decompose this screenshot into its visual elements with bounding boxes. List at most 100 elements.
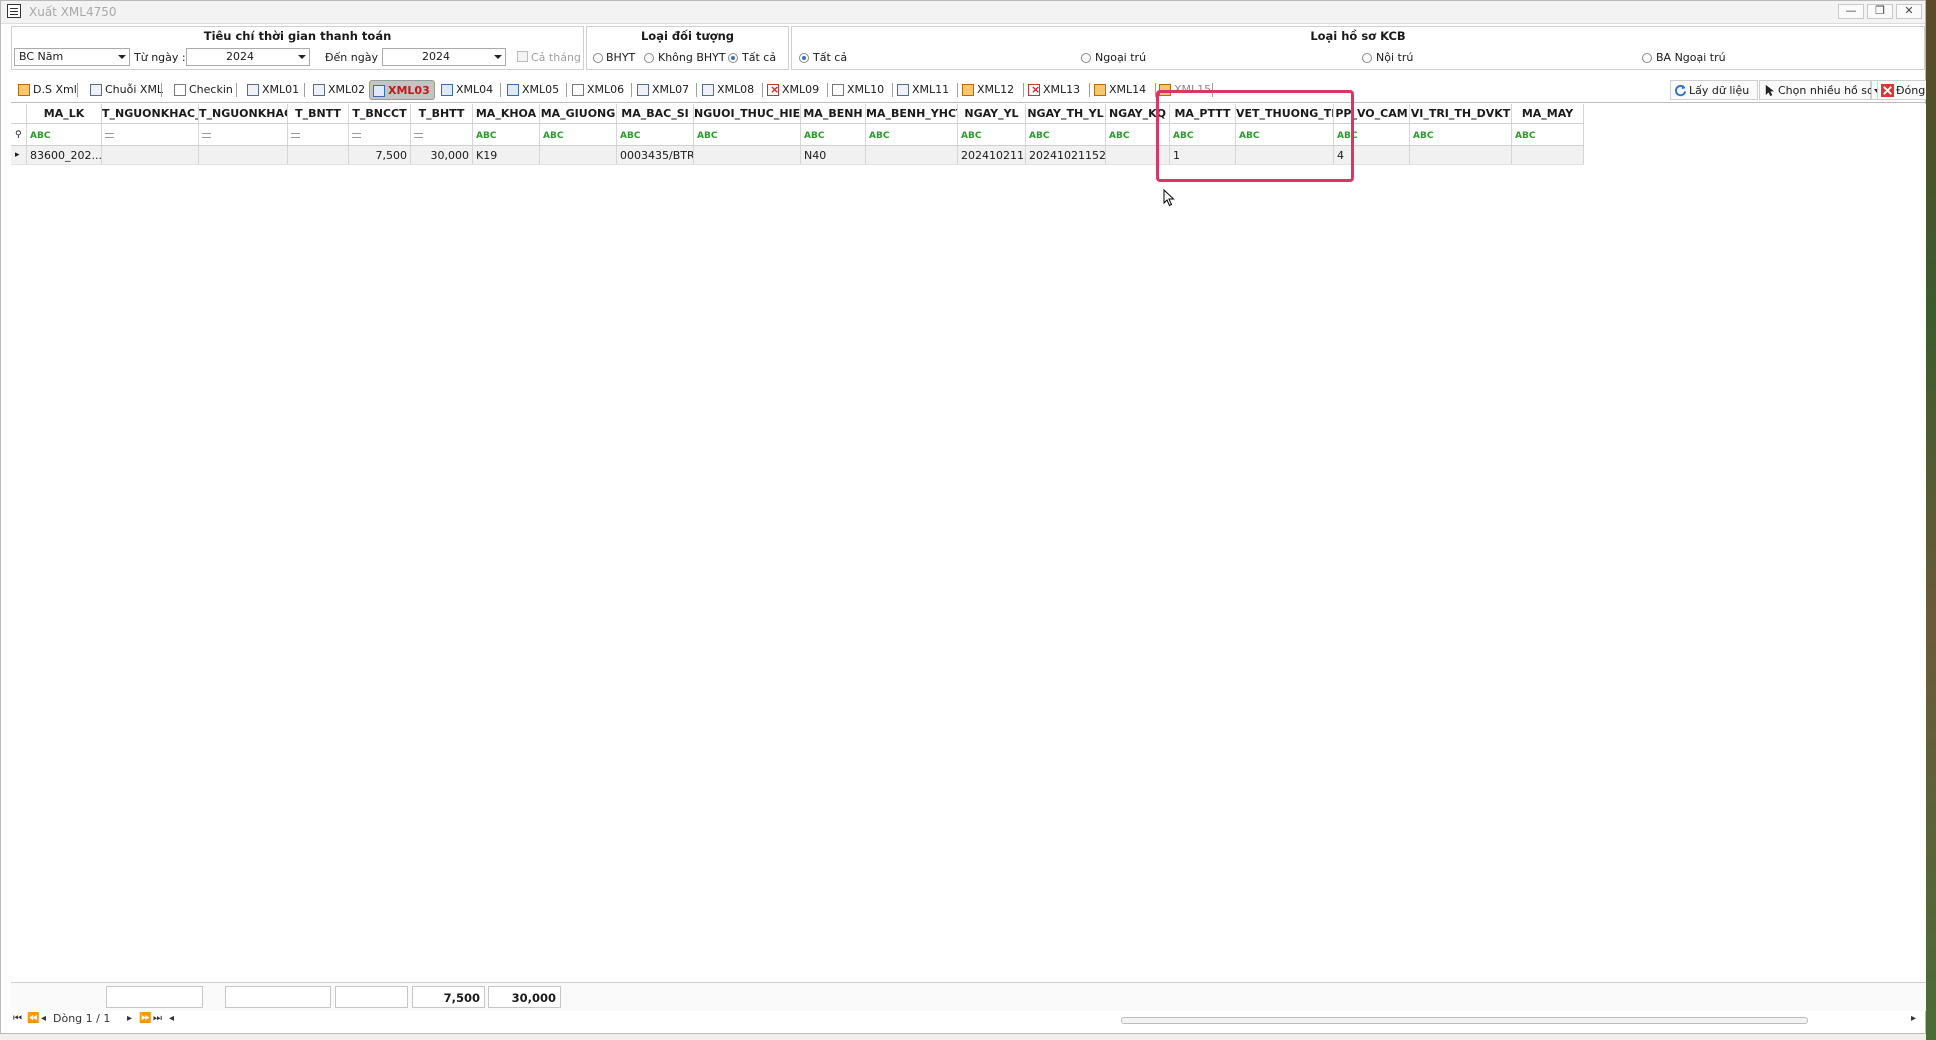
table-cell-ma-benh[interactable]: N40 — [801, 146, 866, 165]
table-cell-ma-lk[interactable]: 83600_202... — [27, 146, 102, 165]
radio-ba-ngoai-tru[interactable] — [1642, 53, 1652, 63]
column-header-ma-bac-si[interactable]: MA_BAC_SI — [617, 104, 694, 124]
table-cell-t-bntt[interactable] — [288, 146, 349, 165]
column-header-ma-giuong[interactable]: MA_GIUONG — [540, 104, 617, 124]
column-header-t-bncct[interactable]: T_BNCCT — [349, 104, 411, 124]
last-page-icon[interactable]: ⏭ — [153, 1013, 162, 1024]
column-header-ma-may[interactable]: MA_MAY — [1512, 104, 1584, 124]
column-header-nguoi-thuc-hien[interactable]: NGUOI_THUC_HIEN — [694, 104, 801, 124]
radio-record-all[interactable] — [799, 53, 809, 63]
filter-cell-ma-lk[interactable]: ABC — [27, 124, 102, 146]
restore-button[interactable]: ❐ — [1867, 4, 1893, 19]
column-header-t-bntt[interactable]: T_BNTT — [288, 104, 349, 124]
tab-checkin[interactable]: Checkin — [171, 80, 233, 100]
report-icon — [1094, 84, 1106, 96]
column-header-t-nguonkhac[interactable]: T_NGUONKHAC — [199, 104, 288, 124]
tab-xml08[interactable]: XML08 — [699, 80, 754, 100]
tab-chuoi-xml[interactable]: Chuỗi XML — [87, 80, 163, 100]
table-cell-ngay-th-yl[interactable]: 202410211522 — [1026, 146, 1106, 165]
table-cell-ma-benh-yhct[interactable] — [866, 146, 958, 165]
filter-cell-vi-tri-th-dvkt[interactable]: ABC — [1410, 124, 1512, 146]
whole-month-checkbox[interactable] — [517, 51, 528, 62]
tab-xml04[interactable]: XML04 — [438, 80, 493, 100]
fetch-data-button[interactable]: Lấy dữ liệu — [1670, 80, 1758, 100]
tab-xml14[interactable]: XML14 — [1091, 80, 1146, 100]
filter-cell-t-nguonkhac[interactable] — [199, 124, 288, 146]
tab-xml12[interactable]: XML12 — [959, 80, 1014, 100]
tab-xml07[interactable]: XML07 — [634, 80, 689, 100]
scroll-left-icon[interactable]: ◂ — [169, 1013, 174, 1024]
table-cell-ma-may[interactable] — [1512, 146, 1584, 165]
filter-cell-ma-giuong[interactable]: ABC — [540, 124, 617, 146]
tab-ds-xml[interactable]: D.S Xml — [15, 80, 77, 100]
table-cell-t-nguonkhac-cl[interactable] — [102, 146, 199, 165]
prev-page-icon[interactable]: ⏪ — [27, 1013, 39, 1024]
error-icon — [767, 80, 779, 100]
table-cell-ngay-yl[interactable]: 202410211522 — [958, 146, 1026, 165]
table-cell-nguoi-thuc-hien[interactable] — [694, 146, 801, 165]
filter-cell-ma-bac-si[interactable]: ABC — [617, 124, 694, 146]
filter-cell-ma-khoa[interactable]: ABC — [473, 124, 540, 146]
radio-bhyt[interactable] — [593, 53, 603, 63]
filter-cell-t-bhtt[interactable] — [411, 124, 473, 146]
filter-cell-t-nguonkhac-cl[interactable] — [102, 124, 199, 146]
row-indicator[interactable]: ▸ — [11, 146, 27, 165]
radio-khong-bhyt[interactable] — [644, 53, 654, 63]
choose-records-button[interactable]: Chọn nhiều hồ sơ — [1759, 80, 1874, 100]
column-header-ngay-th-yl[interactable]: NGAY_TH_YL — [1026, 104, 1106, 124]
radio-object-all[interactable] — [728, 53, 738, 63]
tab-xml06[interactable]: XML06 — [569, 80, 624, 100]
filter-cell-ngay-th-yl[interactable]: ABC — [1026, 124, 1106, 146]
table-cell-ma-khoa[interactable]: K19 — [473, 146, 540, 165]
equals-operator-icon — [105, 133, 114, 138]
filter-cell-ngay-yl[interactable]: ABC — [958, 124, 1026, 146]
filter-cell-nguoi-thuc-hien[interactable]: ABC — [694, 124, 801, 146]
filter-cell-ma-benh-yhct[interactable]: ABC — [866, 124, 958, 146]
tab-xml11[interactable]: XML11 — [894, 80, 949, 100]
table-cell-t-bhtt[interactable]: 30,000 — [411, 146, 473, 165]
column-header-ma-benh[interactable]: MA_BENH — [801, 104, 866, 124]
filter-cell-ma-benh[interactable]: ABC — [801, 124, 866, 146]
column-header-ngay-yl[interactable]: NGAY_YL — [958, 104, 1026, 124]
app-icon — [7, 4, 21, 18]
filter-cell-t-bncct[interactable] — [349, 124, 411, 146]
close-window-button[interactable]: ✕ — [1896, 4, 1922, 19]
column-header-t-bhtt[interactable]: T_BHTT — [411, 104, 473, 124]
minimize-button[interactable]: — — [1838, 4, 1864, 19]
tab-xml03[interactable]: XML03 — [369, 80, 435, 100]
from-date-input[interactable]: 2024 — [186, 48, 310, 66]
table-cell-t-bncct[interactable]: 7,500 — [349, 146, 411, 165]
prev-record-icon[interactable]: ◂ — [41, 1013, 46, 1024]
summary-bar: 7,500 30,000 — [11, 982, 1927, 1011]
next-record-icon[interactable]: ▸ — [127, 1013, 132, 1024]
tab-xml09[interactable]: XML09 — [764, 80, 819, 100]
column-header-ma-lk[interactable]: MA_LK — [27, 104, 102, 124]
table-cell-t-nguonkhac[interactable] — [199, 146, 288, 165]
tab-xml10[interactable]: XML10 — [829, 80, 884, 100]
close-tab-button[interactable]: Đóng — [1877, 80, 1927, 100]
table-icon — [247, 84, 259, 96]
column-header-vi-tri-th-dvkt[interactable]: VI_TRI_TH_DVKT — [1410, 104, 1512, 124]
tab-xml01[interactable]: XML01 — [244, 80, 299, 100]
first-page-icon[interactable]: ⏮ — [13, 1013, 22, 1024]
tab-xml02[interactable]: XML02 — [310, 80, 365, 100]
filter-cell-ma-may[interactable]: ABC — [1512, 124, 1584, 146]
period-select[interactable]: BC Năm — [14, 48, 130, 66]
column-header-t-nguonkhac-cl[interactable]: T_NGUONKHAC_CL — [102, 104, 199, 124]
tab-divider — [631, 83, 632, 97]
horizontal-scrollbar[interactable] — [1121, 1017, 1808, 1024]
table-cell-vi-tri-th-dvkt[interactable] — [1410, 146, 1512, 165]
tab-xml05[interactable]: XML05 — [504, 80, 559, 100]
filter-cell-t-bntt[interactable] — [288, 124, 349, 146]
table-cell-ma-giuong[interactable] — [540, 146, 617, 165]
table-cell-ma-bac-si[interactable]: 0003435/BTR-... — [617, 146, 694, 165]
tab-xml13[interactable]: XML13 — [1025, 80, 1080, 100]
column-header-ma-benh-yhct[interactable]: MA_BENH_YHCT — [866, 104, 958, 124]
scroll-right-icon[interactable]: ▸ — [1911, 1013, 1916, 1024]
radio-noi-tru[interactable] — [1362, 53, 1372, 63]
next-page-icon[interactable]: ⏩ — [139, 1013, 151, 1024]
to-date-input[interactable]: 2024 — [382, 48, 506, 66]
tab-divider — [957, 83, 958, 97]
column-header-ma-khoa[interactable]: MA_KHOA — [473, 104, 540, 124]
radio-ngoai-tru[interactable] — [1081, 53, 1091, 63]
